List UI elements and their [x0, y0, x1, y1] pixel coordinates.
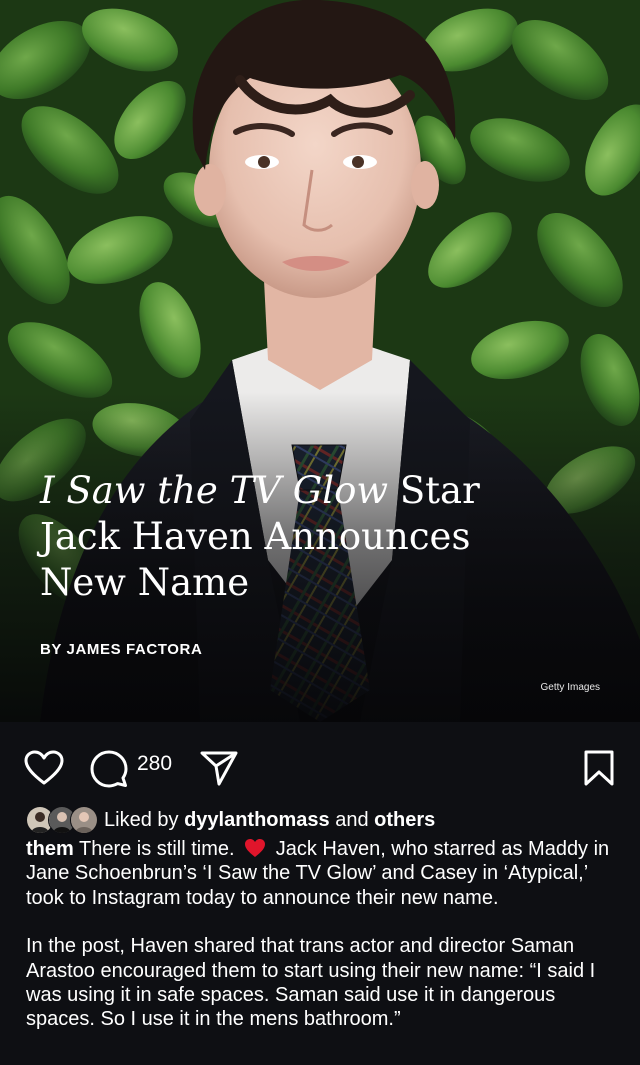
- heart-icon[interactable]: [24, 750, 64, 786]
- bookmark-icon[interactable]: [584, 750, 614, 786]
- byline: BY JAMES FACTORA: [40, 641, 203, 658]
- comment-count[interactable]: 280: [137, 752, 172, 776]
- action-bar: [0, 722, 640, 804]
- headline-italic-title: I Saw the TV Glow: [40, 469, 389, 512]
- liked-by-middle: and: [329, 808, 375, 831]
- headline-line2: Jack Haven Announces: [40, 515, 471, 558]
- caption-username[interactable]: them: [26, 838, 74, 860]
- headline-line3: New Name: [40, 561, 250, 604]
- headline-line1-rest: Star: [388, 469, 480, 512]
- post-headline: I Saw the TV Glow Star Jack Haven Announ…: [40, 468, 540, 606]
- comment-icon[interactable]: [90, 750, 128, 788]
- liked-by-row[interactable]: Liked by dyylanthomass and others: [26, 806, 435, 834]
- caption-text-start: There is still time.: [73, 838, 241, 860]
- liker-avatars: [26, 806, 100, 834]
- caption-paragraph-1: them There is still time. Jack Haven, wh…: [26, 837, 618, 910]
- post-image[interactable]: I Saw the TV Glow Star Jack Haven Announ…: [0, 0, 640, 722]
- red-heart-icon: [245, 839, 266, 857]
- avatar: [70, 806, 98, 834]
- liked-by-others[interactable]: others: [374, 809, 435, 832]
- liked-by-prefix: Liked by: [104, 808, 185, 831]
- caption-paragraph-2: In the post, Haven shared that trans act…: [26, 935, 596, 1031]
- post-caption: them There is still time. Jack Haven, wh…: [26, 837, 618, 1032]
- image-credit: Getty Images: [540, 682, 600, 693]
- liked-by-username[interactable]: dyylanthomass: [184, 809, 330, 832]
- share-icon[interactable]: [200, 750, 238, 786]
